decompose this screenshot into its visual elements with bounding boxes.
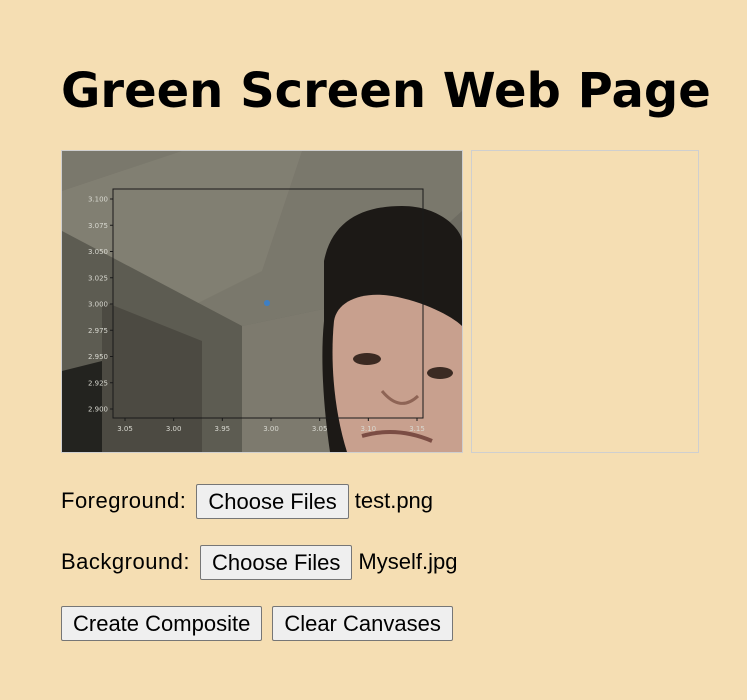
background-label: Background: [61,549,191,574]
x-tick-label: 3.00 [263,425,279,433]
background-row: Background: Choose Files Myself.jpg [61,542,457,582]
y-tick-label: 2.950 [88,353,108,361]
background-choose-files-button[interactable]: Choose Files [200,544,353,580]
y-tick-label: 3.025 [88,274,108,282]
clear-canvases-button[interactable]: Clear Canvases [272,605,453,641]
y-tick-label: 3.075 [88,222,108,230]
y-tick-label: 2.975 [88,327,108,335]
foreground-photo: 3.05 3.00 3.95 3.00 3.05 3.10 3.15 3.100 3.075 3.… [62,151,462,452]
x-tick-label: 3.05 [312,425,328,433]
create-composite-button[interactable]: Create Composite [61,605,263,641]
y-tick-label: 3.000 [88,301,108,309]
x-tick-label: 3.95 [215,425,231,433]
y-tick-label: 2.925 [88,379,108,387]
x-tick-label: 3.10 [361,425,377,433]
y-tick-label: 3.050 [88,248,108,256]
foreground-label: Foreground: [61,488,187,513]
background-canvas [471,150,699,453]
page-title: Green Screen Web Page [61,63,711,119]
foreground-canvas: 3.05 3.00 3.95 3.00 3.05 3.10 3.15 3.100 3.075 3.… [61,150,463,453]
background-file-name: Myself.jpg [358,549,458,574]
foreground-row: Foreground: Choose Files test.png [61,481,433,521]
x-tick-label: 3.15 [409,425,425,433]
actions-row: Create Composite Clear Canvases [61,603,453,643]
y-tick-label: 2.900 [88,406,108,414]
x-tick-label: 3.00 [166,425,182,433]
x-tick-label: 3.05 [117,425,133,433]
foreground-file-name: test.png [354,488,434,513]
y-tick-label: 3.100 [88,196,108,204]
foreground-choose-files-button[interactable]: Choose Files [196,483,349,519]
